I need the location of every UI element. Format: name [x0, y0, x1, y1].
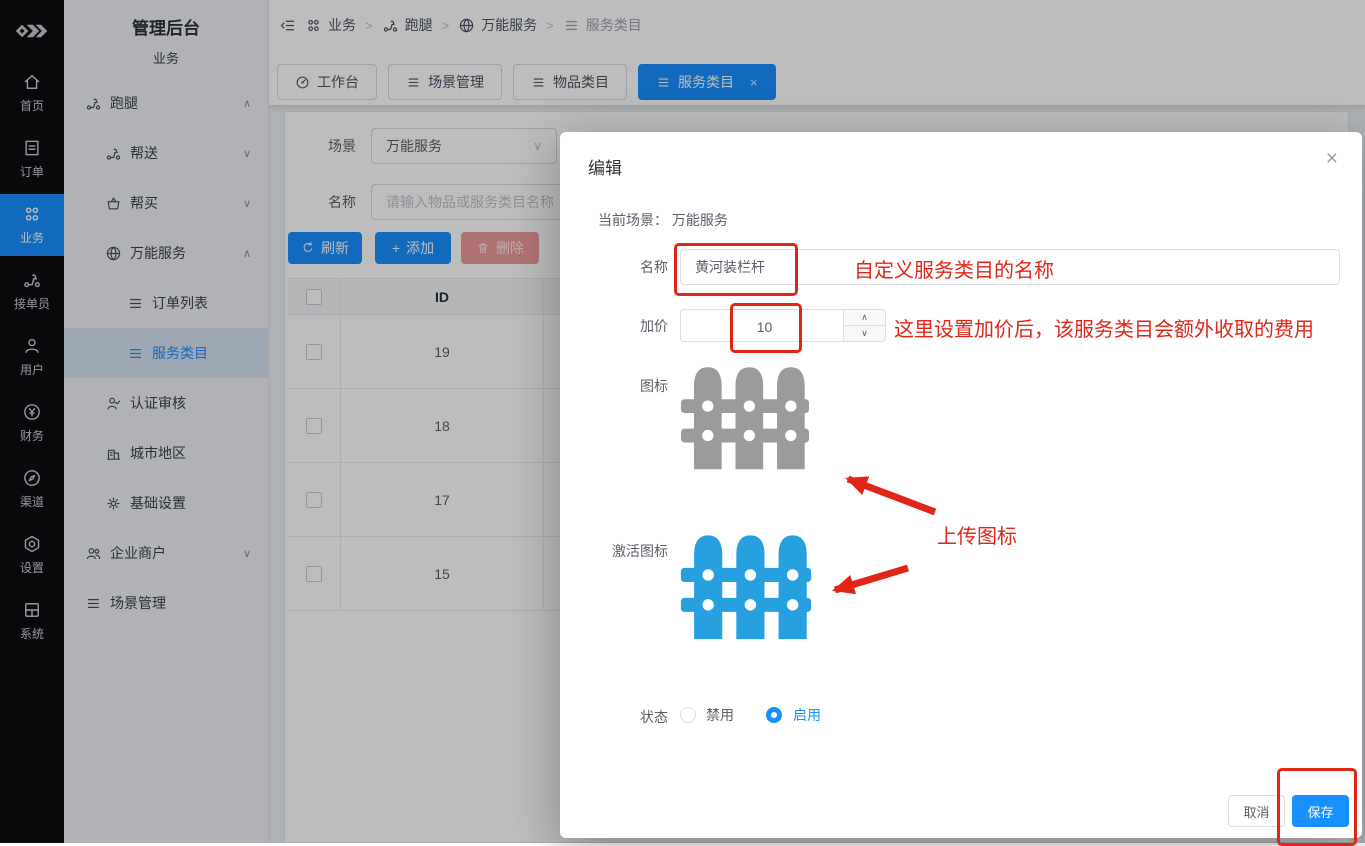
dialog-title: 编辑 [588, 154, 622, 179]
active-icon-field-label: 激活图标 [560, 541, 668, 561]
category-icon-preview[interactable] [680, 362, 810, 471]
number-spinner: ∧ ∨ [843, 310, 885, 341]
name-annotation-text: 自定义服务类目的名称 [854, 254, 1054, 283]
spinner-down-button[interactable]: ∨ [844, 326, 885, 341]
price-annotation-text: 这里设置加价后，该服务类目会额外收取的费用 [894, 313, 1314, 342]
save-button[interactable]: 保存 [1292, 795, 1349, 827]
edit-dialog: 编辑 × 当前场景： 万能服务 名称 自定义服务类目的名称 加价 ∧ ∨ 这里设… [560, 132, 1362, 838]
price-number-input: ∧ ∨ [680, 309, 886, 342]
status-disabled-label[interactable]: 禁用 [706, 707, 734, 723]
icon-field-label: 图标 [560, 376, 668, 396]
category-active-icon-preview[interactable] [680, 530, 812, 641]
close-icon[interactable]: × [1326, 148, 1338, 169]
status-field-label: 状态 [560, 707, 668, 727]
upload-annotation-text: 上传图标 [937, 520, 1017, 549]
price-field-label: 加价 [560, 316, 668, 336]
upload-annotation-arrows [790, 432, 1090, 702]
name-field-label: 名称 [560, 257, 668, 277]
cancel-button[interactable]: 取消 [1228, 795, 1285, 827]
current-scene-text: 当前场景： 万能服务 [598, 210, 728, 230]
status-disabled-radio[interactable] [680, 707, 696, 723]
spinner-up-button[interactable]: ∧ [844, 310, 885, 326]
status-enabled-radio[interactable] [766, 707, 782, 723]
price-input[interactable] [681, 310, 848, 343]
status-enabled-label[interactable]: 启用 [793, 707, 821, 723]
